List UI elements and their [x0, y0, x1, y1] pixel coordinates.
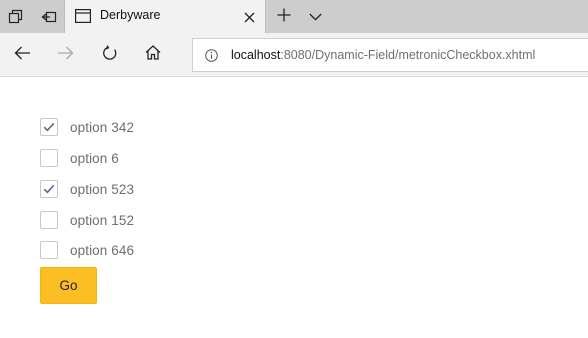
close-icon[interactable]: [239, 7, 259, 27]
refresh-button[interactable]: [94, 39, 126, 71]
checkbox[interactable]: [40, 118, 58, 136]
tab-actions-button[interactable]: [0, 0, 31, 33]
checkbox-label: option 646: [70, 242, 135, 258]
checkbox-option-523[interactable]: option 523: [40, 179, 134, 199]
new-tab-button[interactable]: [271, 4, 297, 30]
home-button[interactable]: [137, 39, 169, 71]
tab-list-button[interactable]: [303, 4, 327, 30]
checkbox-label: option 152: [70, 212, 135, 228]
checkbox[interactable]: [40, 180, 58, 198]
address-url: localhost:8080/Dynamic-Field/metronicChe…: [231, 48, 535, 62]
checkbox[interactable]: [40, 241, 58, 259]
checkbox-option-342[interactable]: option 342: [40, 117, 134, 137]
checkbox-option-646[interactable]: option 646: [40, 240, 134, 260]
refresh-icon: [102, 44, 118, 66]
tab-title: Derbyware: [100, 8, 161, 22]
forward-arrow-icon: [57, 46, 74, 65]
back-button[interactable]: [6, 39, 38, 71]
back-arrow-icon: [14, 46, 31, 65]
checkbox[interactable]: [40, 149, 58, 167]
set-aside-tabs-icon: [41, 10, 57, 24]
page-content: option 342 option 6 option 523 option 15…: [0, 78, 588, 338]
checkbox[interactable]: [40, 211, 58, 229]
checkbox-option-152[interactable]: option 152: [40, 210, 134, 230]
checkbox-option-6[interactable]: option 6: [40, 148, 119, 168]
navigation-bar: localhost:8080/Dynamic-Field/metronicChe…: [0, 33, 588, 77]
address-path: :8080/Dynamic-Field/metronicCheckbox.xht…: [280, 48, 536, 62]
checkbox-label: option 6: [70, 150, 119, 166]
page-favicon-icon: [75, 9, 92, 24]
checkbox-label: option 342: [70, 119, 135, 135]
forward-button[interactable]: [49, 39, 81, 71]
set-aside-tabs-button[interactable]: [33, 0, 64, 33]
address-bar[interactable]: localhost:8080/Dynamic-Field/metronicChe…: [192, 38, 588, 72]
tab-derbyware[interactable]: Derbyware: [64, 0, 266, 33]
plus-icon: [277, 8, 291, 27]
home-icon: [145, 45, 161, 65]
checkbox-label: option 523: [70, 181, 135, 197]
tab-strip: Derbyware: [0, 0, 588, 33]
tab-actions-icon: [8, 9, 23, 24]
chevron-down-icon: [308, 8, 322, 26]
go-button[interactable]: Go: [40, 267, 97, 304]
info-icon[interactable]: [205, 49, 218, 62]
address-host: localhost: [231, 48, 281, 62]
